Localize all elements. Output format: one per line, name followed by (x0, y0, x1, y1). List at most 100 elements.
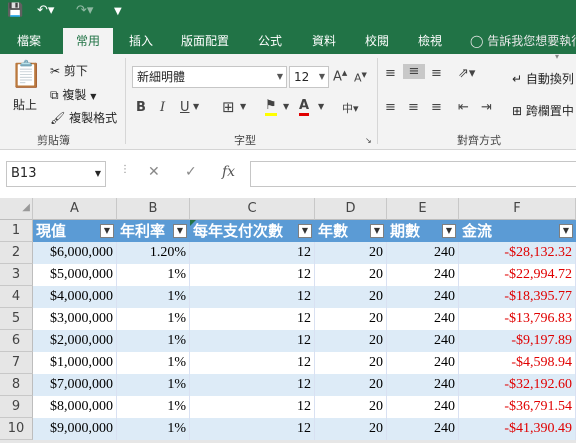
table-cell[interactable]: -$9,197.89 (459, 330, 576, 352)
collapse-icon[interactable]: ▾ (555, 52, 559, 61)
column-header-c[interactable]: C (190, 198, 315, 220)
shrink-font-icon[interactable]: A▼ (354, 71, 367, 85)
table-cell[interactable]: $1,000,000 (33, 352, 117, 374)
undo-icon[interactable]: ↶▾ (37, 3, 54, 18)
table-cell[interactable]: $9,000,000 (33, 418, 117, 440)
chevron-down-icon[interactable]: ▼ (318, 102, 324, 111)
table-cell[interactable]: 12 (190, 308, 315, 330)
row-header[interactable]: 5 (0, 308, 33, 330)
name-box[interactable]: B13 ▼ (6, 161, 106, 187)
table-cell[interactable]: 12 (190, 264, 315, 286)
orientation-icon[interactable]: ⇗▾ (458, 66, 475, 81)
table-cell[interactable]: 20 (315, 242, 387, 264)
cut-button[interactable]: ✂ 剪下 (50, 62, 88, 79)
font-color-icon[interactable]: A (299, 98, 310, 116)
fill-color-icon[interactable]: ⚑ (265, 98, 277, 116)
table-cell[interactable]: -$36,791.54 (459, 396, 576, 418)
customize-icon[interactable]: ▼ (114, 6, 122, 17)
tab-review[interactable]: 校閱 (355, 24, 399, 54)
row-header[interactable]: 9 (0, 396, 33, 418)
table-cell[interactable]: 1% (117, 396, 190, 418)
format-painter-button[interactable]: 🖌 複製格式 (50, 109, 117, 126)
table-cell[interactable]: 12 (190, 352, 315, 374)
filter-dropdown-icon[interactable]: ▼ (100, 224, 114, 238)
table-cell[interactable]: 1% (117, 264, 190, 286)
bold-button[interactable]: B (136, 100, 146, 115)
table-cell[interactable]: 12 (190, 374, 315, 396)
tab-data[interactable]: 資料 (302, 24, 346, 54)
table-cell[interactable]: 1% (117, 308, 190, 330)
table-cell[interactable]: 240 (387, 352, 459, 374)
tab-view[interactable]: 檢視 (408, 24, 452, 54)
table-header-cell[interactable]: 期數 ▼ (387, 220, 459, 242)
dialog-launcher-icon[interactable]: ↘ (365, 136, 372, 145)
row-header[interactable]: 8 (0, 374, 33, 396)
tell-me-box[interactable]: ◯ 告訴我您想要執行 (470, 24, 576, 54)
column-header-d[interactable]: D (315, 198, 387, 220)
table-cell[interactable]: 20 (315, 264, 387, 286)
font-name-combo[interactable]: 新細明體 ▼ (132, 66, 287, 88)
copy-button[interactable]: ⧉ 複製 ▼ (50, 86, 96, 103)
table-cell[interactable]: 20 (315, 330, 387, 352)
filter-dropdown-icon[interactable]: ▼ (173, 224, 187, 238)
row-header[interactable]: 2 (0, 242, 33, 264)
wrap-text-button[interactable]: ↵ 自動換列 (512, 70, 574, 87)
table-cell[interactable]: -$22,994.72 (459, 264, 576, 286)
table-header-cell[interactable]: 年數 ▼ (315, 220, 387, 242)
table-header-cell[interactable]: 年利率 ▼ (117, 220, 190, 242)
table-cell[interactable]: 12 (190, 396, 315, 418)
filter-dropdown-icon[interactable]: ▼ (298, 224, 312, 238)
column-header-e[interactable]: E (387, 198, 459, 220)
row-header[interactable]: 7 (0, 352, 33, 374)
formula-input[interactable] (250, 161, 576, 187)
table-header-cell[interactable]: 現值 ▼ (33, 220, 117, 242)
save-icon[interactable]: 💾 (7, 3, 23, 18)
table-cell[interactable]: 240 (387, 396, 459, 418)
filter-dropdown-icon[interactable]: ▼ (442, 224, 456, 238)
row-header[interactable]: 3 (0, 264, 33, 286)
phonetic-icon[interactable]: 中▾ (342, 100, 359, 116)
table-header-cell[interactable]: 每年支付次數 ▼ (190, 220, 315, 242)
chevron-down-icon[interactable]: ▼ (283, 102, 289, 111)
align-center-icon[interactable]: ≡ (408, 100, 419, 115)
table-cell[interactable]: $7,000,000 (33, 374, 117, 396)
table-cell[interactable]: 12 (190, 242, 315, 264)
tab-page-layout[interactable]: 版面配置 (172, 24, 238, 54)
enter-icon[interactable]: ✓ (185, 164, 197, 180)
italic-button[interactable]: I (160, 100, 165, 115)
table-cell[interactable]: 1% (117, 418, 190, 440)
align-left-icon[interactable]: ≡ (385, 100, 396, 115)
table-cell[interactable]: 20 (315, 418, 387, 440)
table-cell[interactable]: 240 (387, 330, 459, 352)
filter-dropdown-icon[interactable]: ▼ (370, 224, 384, 238)
table-cell[interactable]: 240 (387, 242, 459, 264)
table-cell[interactable]: 1% (117, 286, 190, 308)
merge-center-button[interactable]: ⊞ 跨欄置中 (512, 102, 574, 119)
table-cell[interactable]: -$13,796.83 (459, 308, 576, 330)
increase-indent-icon[interactable]: ⇥ (481, 100, 492, 115)
table-cell[interactable]: 240 (387, 374, 459, 396)
table-cell[interactable]: -$28,132.32 (459, 242, 576, 264)
paste-icon[interactable]: 📋 (10, 60, 42, 90)
column-header-a[interactable]: A (33, 198, 117, 220)
align-middle-icon[interactable]: ≡ (403, 64, 425, 79)
table-cell[interactable]: 240 (387, 308, 459, 330)
table-cell[interactable]: 12 (190, 330, 315, 352)
decrease-indent-icon[interactable]: ⇤ (458, 100, 469, 115)
table-header-cell[interactable]: 金流 ▼ (459, 220, 576, 242)
chevron-down-icon[interactable]: ▼ (193, 102, 199, 111)
table-cell[interactable]: 20 (315, 308, 387, 330)
tab-formulas[interactable]: 公式 (248, 24, 292, 54)
filter-dropdown-icon[interactable]: ▼ (559, 224, 573, 238)
table-cell[interactable]: 20 (315, 374, 387, 396)
table-cell[interactable]: $2,000,000 (33, 330, 117, 352)
tab-home[interactable]: 常用 (63, 28, 113, 54)
font-size-combo[interactable]: 12 ▼ (289, 66, 329, 88)
table-cell[interactable]: 1.20% (117, 242, 190, 264)
table-cell[interactable]: $4,000,000 (33, 286, 117, 308)
table-cell[interactable]: $8,000,000 (33, 396, 117, 418)
table-cell[interactable]: $5,000,000 (33, 264, 117, 286)
table-cell[interactable]: 240 (387, 418, 459, 440)
table-cell[interactable]: 20 (315, 396, 387, 418)
table-cell[interactable]: -$18,395.77 (459, 286, 576, 308)
